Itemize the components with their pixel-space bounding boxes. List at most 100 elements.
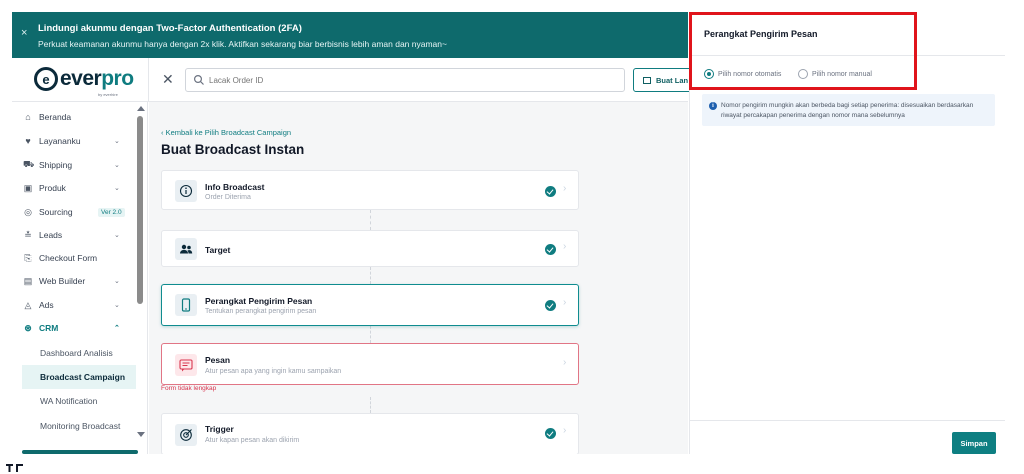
twofa-banner: × Lindungi akunmu dengan Two-Factor Auth… — [12, 12, 688, 58]
step-target[interactable]: Target › — [161, 230, 579, 267]
everpro-logo[interactable]: e everpro by everhire — [34, 67, 134, 97]
step-subtitle: Atur pesan apa yang ingin kamu sampaikan — [205, 368, 342, 375]
chevron-down-icon: ⌄ — [114, 162, 120, 169]
step-connector — [370, 267, 371, 284]
step-connector — [370, 397, 371, 413]
scrollbar-thumb[interactable] — [137, 116, 143, 304]
search-icon — [193, 74, 204, 85]
radio-manual-number[interactable]: Pilih nomor manual — [798, 69, 872, 79]
sidebar-item-label: Produk — [39, 183, 66, 193]
logo-text: everpro — [60, 67, 134, 91]
sidebar-item-label: Beranda — [39, 112, 72, 122]
search-box[interactable] — [185, 68, 625, 92]
step-title: Trigger — [205, 424, 234, 434]
chevron-down-icon: ⌄ — [114, 302, 120, 309]
sidebar-item-web-builder[interactable]: ▤ Web Builder ⌄ — [12, 269, 138, 293]
close-icon[interactable]: ✕ — [162, 71, 174, 88]
sidebar-item-label: Shipping — [39, 160, 73, 170]
heart-icon: ♥ — [25, 136, 31, 146]
scroll-up-icon[interactable] — [137, 106, 145, 111]
form-icon: ⎘ — [24, 252, 32, 263]
crm-icon: ⊛ — [24, 322, 32, 333]
panel-title: Perangkat Pengirim Pesan — [704, 29, 818, 39]
step-connector — [370, 326, 371, 343]
sidebar-item-shipping[interactable]: ⛟ Shipping ⌄ — [12, 153, 138, 177]
step-trigger[interactable]: Trigger Atur kapan pesan akan dikirim › — [161, 413, 579, 454]
sidebar-scrollbar[interactable] — [136, 104, 145, 438]
step-perangkat-pengirim-pesan[interactable]: Perangkat Pengirim Pesan Tentukan perang… — [161, 284, 579, 326]
sidebar-item-produk[interactable]: ▣ Produk ⌄ — [12, 176, 138, 200]
chevron-down-icon: ⌄ — [114, 232, 120, 239]
step-pesan[interactable]: Pesan Atur pesan apa yang ingin kamu sam… — [161, 343, 579, 385]
radio-label: Pilih nomor otomatis — [718, 70, 782, 78]
sidebar-item-label: Monitoring Broadcast — [40, 421, 121, 431]
header-divider — [148, 58, 149, 102]
sidebar-item-layananku[interactable]: ♥ Layananku ⌄ — [12, 129, 138, 153]
radio-unselected-icon[interactable] — [798, 69, 808, 79]
scroll-down-icon[interactable] — [137, 432, 145, 437]
step-title: Pesan — [205, 355, 231, 365]
version-badge: Ver 2.0 — [98, 207, 125, 217]
chevron-right-icon: › — [563, 241, 567, 252]
chevron-down-icon: ⌄ — [114, 185, 120, 192]
calendar-icon — [643, 76, 651, 84]
sidebar-item-checkout-form[interactable]: ⎘ Checkout Form — [12, 246, 138, 270]
sidebar-subitem-broadcast-campaign[interactable]: Broadcast Campaign — [22, 365, 136, 389]
save-button[interactable]: Simpan — [952, 432, 996, 454]
chevron-up-icon: ⌃ — [114, 325, 120, 332]
sidebar-item-label: WA Notification — [40, 396, 98, 406]
logo-by-text: by everhire — [98, 92, 118, 97]
radio-auto-number[interactable]: Pilih nomor otomatis — [704, 69, 781, 79]
form-error-text: Form tidak lengkap — [161, 385, 217, 392]
sidebar-item-crm[interactable]: ⊛ CRM ⌃ — [12, 316, 138, 340]
chevron-right-icon: › — [563, 425, 567, 436]
step-subtitle: Atur kapan pesan akan dikirim — [205, 437, 300, 444]
check-circle-icon — [545, 428, 556, 439]
sidebar-item-label: CRM — [39, 323, 59, 333]
info-circle-icon: i — [709, 102, 717, 110]
back-link[interactable]: ‹ Kembali ke Pilih Broadcast Campaign — [161, 128, 291, 137]
step-title: Target — [205, 245, 231, 255]
panel-footer-divider — [690, 420, 1005, 421]
search-input[interactable] — [209, 72, 609, 88]
sidebar-item-label: Checkout Form — [39, 253, 98, 263]
sidebar-item-label: Leads — [39, 230, 63, 240]
step-info-broadcast[interactable]: Info Broadcast Order Diterima › — [161, 170, 579, 210]
target-icon — [175, 424, 197, 446]
check-circle-icon — [545, 186, 556, 197]
sidebar-item-label: Sourcing — [39, 207, 73, 217]
step-title: Perangkat Pengirim Pesan — [205, 296, 313, 306]
step-subtitle: Tentukan perangkat pengirim pesan — [205, 308, 317, 315]
chevron-right-icon: › — [563, 183, 567, 194]
banner-close-icon[interactable]: × — [21, 28, 27, 39]
logo-text-pro: pro — [101, 67, 134, 90]
chevron-right-icon: › — [563, 357, 567, 368]
sidebar-subitem-dashboard-analisis[interactable]: Dashboard Analisis — [12, 341, 138, 365]
sender-device-panel: Perangkat Pengirim Pesan Pilih nomor oto… — [689, 12, 1005, 454]
panel-divider — [690, 55, 1005, 56]
sidebar-item-beranda[interactable]: ⌂ Beranda — [12, 105, 138, 129]
radio-selected-icon[interactable] — [704, 69, 714, 79]
info-icon — [175, 180, 197, 202]
sidebar-item-leads[interactable]: ≛ Leads ⌄ — [12, 223, 138, 247]
web-builder-icon: ▤ — [23, 275, 33, 286]
check-circle-icon — [545, 300, 556, 311]
phone-icon — [175, 294, 197, 316]
info-note-text: Nomor pengirim mungkin akan berbeda bagi… — [721, 102, 974, 119]
sidebar-subitem-monitoring-broadcast[interactable]: Monitoring Broadcast — [12, 414, 138, 438]
buat-button-label: Buat Lan — [656, 75, 689, 85]
page-title: Buat Broadcast Instan — [161, 142, 305, 157]
sidebar-item-sourcing[interactable]: ◎ Sourcing Ver 2.0 — [12, 200, 138, 224]
message-icon — [175, 354, 197, 376]
truck-icon: ⛟ — [23, 159, 35, 169]
chevron-right-icon: › — [563, 297, 567, 308]
sidebar-item-ads[interactable]: ◬ Ads ⌄ — [12, 293, 138, 317]
top-header: e everpro by everhire ✕ Buat Lan — [12, 58, 693, 102]
logo-text-ever: ever — [60, 67, 102, 90]
check-circle-icon — [545, 244, 556, 255]
buat-button[interactable]: Buat Lan — [633, 68, 693, 92]
chevron-down-icon: ⌄ — [114, 278, 120, 285]
main-content: ‹ Kembali ke Pilih Broadcast Campaign Bu… — [149, 102, 688, 454]
sidebar-subitem-wa-notification[interactable]: WA Notification — [12, 389, 138, 413]
home-icon: ⌂ — [25, 112, 31, 122]
